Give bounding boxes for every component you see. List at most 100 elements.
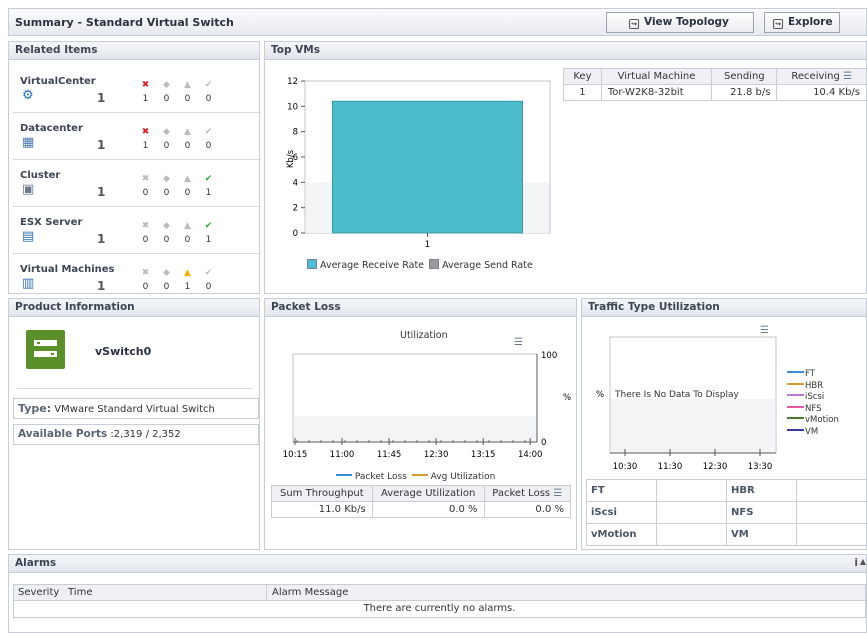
- legend-packet-loss-label: Packet Loss: [354, 472, 407, 482]
- related-item-count[interactable]: 1: [97, 279, 105, 293]
- column-menu-icon[interactable]: ☰: [843, 71, 852, 82]
- cell-vm-name[interactable]: Tor-W2K8-32bit: [600, 84, 713, 101]
- view-topology-button[interactable]: ↪ View Topology: [606, 12, 754, 33]
- related-items-panel: Related Items VirtualCenter ⚙ 1 ✖ 1 ◆ 0 ▲ 0 ✔ 0 Dat…: [8, 41, 261, 294]
- col-key[interactable]: Key: [563, 68, 602, 85]
- product-info-panel: Product Information vSwitch0 Type: VMwar…: [8, 298, 260, 550]
- normal-status-icon[interactable]: ✔: [201, 221, 216, 231]
- cluster-icon: ▣: [22, 182, 35, 197]
- packet-loss-chart: 100 0% 10:15 11:00 11:45 12:30 13:15 14:00: [283, 351, 571, 460]
- critical-status-icon[interactable]: ✖: [138, 80, 153, 90]
- normal-status-icon[interactable]: ✔: [201, 268, 216, 278]
- legend-item[interactable]: vMotion: [787, 415, 839, 427]
- y-tick-label: 0: [293, 229, 298, 239]
- type-value: VMware Standard Virtual Switch: [54, 404, 215, 415]
- related-item[interactable]: Datacenter ▦ 1 ✖ 1 ◆ 0 ▲ 0 ✔ 0: [9, 113, 259, 158]
- info-icon[interactable]: i: [854, 557, 858, 569]
- x-tick-label: 1: [425, 240, 430, 250]
- legend-item[interactable]: FT: [787, 369, 839, 381]
- related-item-name[interactable]: Datacenter: [20, 123, 83, 134]
- legend-item[interactable]: VM: [787, 427, 839, 439]
- warning-status-icon[interactable]: ▲: [180, 221, 195, 231]
- col-severity[interactable]: Severity: [18, 587, 59, 598]
- status-count: 0: [163, 282, 170, 292]
- major-status-icon[interactable]: ◆: [159, 127, 174, 137]
- related-item-name[interactable]: Virtual Machines: [20, 264, 115, 275]
- traffic-type-grid: FT HBR iScsi NFS vMotion VM: [586, 479, 867, 546]
- normal-status-icon[interactable]: ✔: [201, 80, 216, 90]
- major-status-icon[interactable]: ◆: [159, 80, 174, 90]
- available-ports-field: Available Ports :2,319 / 2,352: [13, 424, 259, 445]
- col-sending[interactable]: Sending: [711, 68, 778, 85]
- related-item[interactable]: ESX Server ▤ 1 ✖ 0 ◆ 0 ▲ 0 ✔ 1: [9, 207, 259, 252]
- related-item-count[interactable]: 1: [97, 185, 105, 199]
- col-virtual-machine[interactable]: Virtual Machine: [600, 68, 713, 85]
- legend-receive-swatch: [307, 259, 317, 269]
- related-item-name[interactable]: VirtualCenter: [20, 76, 96, 87]
- critical-status-icon[interactable]: ✖: [138, 174, 153, 184]
- packet-loss-legend: Packet Loss Avg Utilization: [336, 472, 495, 482]
- page-title: Summary - Standard Virtual Switch: [15, 16, 234, 29]
- col-receiving[interactable]: Receiving ☰: [776, 68, 867, 85]
- y-max-label: 100: [541, 351, 557, 361]
- col-packet-loss[interactable]: Packet Loss ☰: [483, 485, 572, 502]
- legend-item[interactable]: NFS: [787, 404, 839, 416]
- related-item[interactable]: Cluster ▣ 1 ✖ 0 ◆ 0 ▲ 0 ✔ 1: [9, 160, 259, 205]
- legend-line: [787, 405, 804, 408]
- legend-item[interactable]: iScsi: [787, 392, 839, 404]
- critical-status-icon[interactable]: ✖: [138, 268, 153, 278]
- warning-status-icon[interactable]: ▲: [180, 80, 195, 90]
- legend-label: vMotion: [805, 415, 839, 425]
- y-axis-label: Kb/s: [286, 149, 296, 168]
- type-label: Type:: [18, 402, 52, 415]
- related-item[interactable]: Virtual Machines ▥ 1 ✖ 0 ◆ 0 ▲ 1 ✔ 0: [9, 254, 259, 299]
- cell-packet-loss: 0.0 %: [483, 501, 572, 518]
- x-tick-label: 13:30: [748, 462, 773, 472]
- y-tick-label: 8: [293, 128, 298, 138]
- major-status-icon[interactable]: ◆: [159, 268, 174, 278]
- related-item-count[interactable]: 1: [97, 138, 105, 152]
- legend-avg-util-label: Avg Utilization: [430, 472, 496, 482]
- normal-status-icon[interactable]: ✔: [201, 174, 216, 184]
- bar-receive: [332, 100, 523, 234]
- related-item-count[interactable]: 1: [97, 91, 105, 105]
- no-data-message: There Is No Data To Display: [615, 390, 739, 400]
- traffic-type-label: HBR: [726, 479, 797, 502]
- major-status-icon[interactable]: ◆: [159, 221, 174, 231]
- warning-status-icon[interactable]: ▲: [180, 127, 195, 137]
- legend-label: NFS: [805, 403, 822, 414]
- column-menu-icon[interactable]: ☰: [553, 488, 562, 499]
- col-alarm-message[interactable]: Alarm Message: [272, 587, 348, 598]
- explore-icon: ↪: [773, 19, 783, 29]
- table-row[interactable]: 1 Tor-W2K8-32bit 21.8 b/s 10.4 Kb/s: [563, 84, 867, 101]
- col-sum-throughput[interactable]: Sum Throughput: [271, 485, 373, 502]
- status-count: 0: [184, 188, 191, 198]
- product-info-title: Product Information: [9, 299, 259, 317]
- normal-status-icon[interactable]: ✔: [201, 127, 216, 137]
- x-tick-label: 13:15: [471, 450, 496, 460]
- critical-status-icon[interactable]: ✖: [138, 221, 153, 231]
- major-status-icon[interactable]: ◆: [159, 174, 174, 184]
- traffic-type-label: FT: [586, 479, 657, 502]
- warning-status-icon[interactable]: ▲: [180, 174, 195, 184]
- table-row: FT HBR: [586, 479, 867, 502]
- traffic-type-value: [656, 501, 727, 524]
- related-item-name[interactable]: ESX Server: [20, 217, 82, 228]
- related-item-name[interactable]: Cluster: [20, 170, 60, 181]
- explore-button[interactable]: ↪ Explore: [764, 12, 840, 33]
- status-count: 0: [163, 94, 170, 104]
- related-item[interactable]: VirtualCenter ⚙ 1 ✖ 1 ◆ 0 ▲ 0 ✔ 0: [9, 66, 259, 111]
- col-average-utilization[interactable]: Average Utilization: [371, 485, 485, 502]
- summary-header: Summary - Standard Virtual Switch ↪ View …: [8, 8, 867, 36]
- status-count: 0: [205, 94, 212, 104]
- packet-loss-panel: Packet Loss Utilization ☰ 100 0% 10:15 11:0…: [264, 298, 577, 550]
- related-item-count[interactable]: 1: [97, 232, 105, 246]
- table-header-row: Sum Throughput Average Utilization Packe…: [271, 485, 572, 502]
- scroll-up-icon[interactable]: ▲: [860, 557, 866, 566]
- legend-item[interactable]: HBR: [787, 381, 839, 393]
- warning-status-icon[interactable]: ▲: [180, 268, 195, 278]
- col-time[interactable]: Time: [68, 587, 92, 598]
- status-count: 0: [142, 188, 149, 198]
- critical-status-icon[interactable]: ✖: [138, 127, 153, 137]
- status-count: 0: [142, 282, 149, 292]
